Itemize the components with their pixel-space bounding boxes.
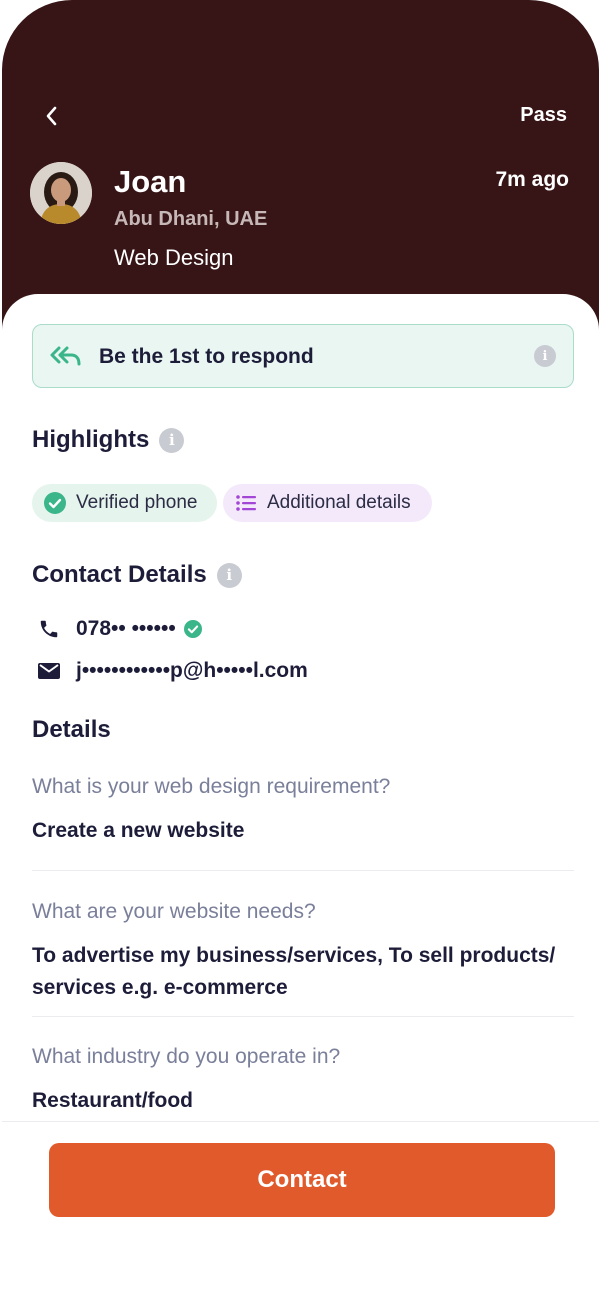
time-ago: 7m ago [495, 168, 569, 191]
email-row: j••••••••••••p@h•••••l.com [36, 659, 308, 683]
detail-answer: Restaurant/food [32, 1089, 194, 1112]
email-address[interactable]: j••••••••••••p@h•••••l.com [76, 659, 308, 683]
back-button[interactable] [38, 102, 66, 130]
pass-button[interactable]: Pass [520, 104, 567, 127]
detail-answer: To advertise my business/services, To se… [32, 944, 556, 999]
chip-label: Additional details [267, 492, 411, 513]
chip-label: Verified phone [76, 492, 198, 513]
chevron-left-icon [46, 106, 57, 126]
lead-detail-screen: Pass Joan 7m ago Abu Dhani, UAE Web Desi… [0, 0, 599, 1302]
lead-category: Web Design [114, 245, 234, 270]
contact-button[interactable]: Contact [49, 1143, 555, 1217]
info-icon[interactable]: i [534, 345, 556, 367]
verified-phone-chip: Verified phone [32, 484, 217, 522]
phone-row: 078•• •••••• [36, 617, 202, 641]
verified-check-icon [183, 620, 202, 638]
info-icon[interactable]: i [216, 562, 242, 588]
avatar [30, 162, 92, 224]
divider [32, 1016, 574, 1017]
mail-icon [36, 662, 62, 680]
details-title: Details [32, 716, 111, 743]
respond-banner-label: Be the 1st to respond [99, 345, 314, 368]
phone-number[interactable]: 078•• •••••• [76, 617, 176, 641]
lead-name: Joan [114, 164, 187, 199]
detail-question: What is your web design requirement? [32, 775, 391, 798]
respond-banner: Be the 1st to respond i [32, 324, 574, 388]
detail-question: What are your website needs? [32, 900, 316, 923]
detail-question: What industry do you operate in? [32, 1045, 341, 1068]
check-circle-icon [44, 492, 66, 514]
footer-divider [2, 1121, 599, 1122]
phone-icon [36, 618, 62, 640]
reply-all-icon [49, 343, 83, 374]
info-icon[interactable]: i [159, 427, 185, 453]
detail-answer: Create a new website [32, 819, 245, 842]
highlights-title: Highlights i [32, 426, 185, 454]
divider [32, 870, 574, 871]
list-icon [235, 493, 257, 513]
contact-details-title: Contact Details i [32, 561, 242, 589]
lead-location: Abu Dhani, UAE [114, 208, 268, 230]
additional-details-chip: Additional details [223, 484, 432, 522]
